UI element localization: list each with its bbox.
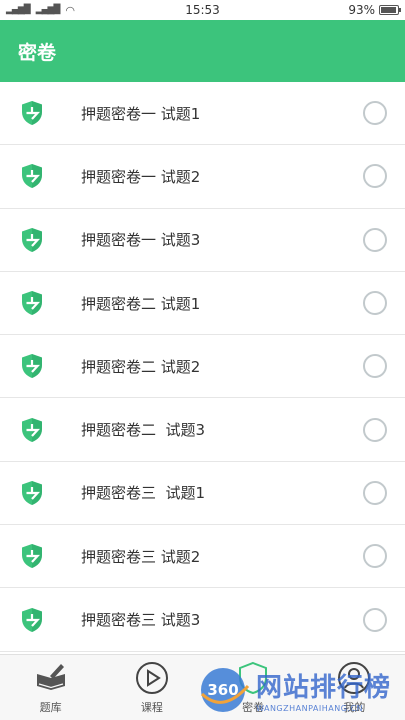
list-item-label: 押题密卷二 试题1 (81, 294, 201, 313)
wifi-icon: ◠ (65, 3, 75, 17)
status-bar: ▂▄▆█ ▂▄▆█ ◠ 15:53 93% (0, 0, 405, 20)
list-item[interactable]: 押题密卷一 试题3 (0, 209, 405, 272)
battery-icon (379, 5, 401, 15)
bottom-nav: 题库 课程 密卷 我的 (0, 654, 405, 720)
shield-icon (22, 291, 42, 316)
signal-2-icon: ▂▄▆█ (35, 5, 61, 15)
app-bar: 密卷 (0, 20, 405, 82)
shield-icon (22, 480, 42, 505)
radio-button[interactable] (363, 291, 387, 316)
list-item-label: 押题密卷二 试题2 (81, 357, 201, 376)
list-item[interactable]: 押题密卷一 试题1 (0, 82, 405, 146)
radio-button[interactable] (363, 164, 387, 189)
radio-button[interactable] (363, 354, 387, 379)
signal-icon: ▂▄▆█ (6, 5, 31, 15)
list-item[interactable]: 押题密卷三 试题2 (0, 525, 405, 589)
list-item-label: 押题密卷一 试题2 (81, 167, 201, 186)
nav-item-label: 我的 (343, 701, 366, 714)
list-item-label: 押题密卷三 试题1 (81, 484, 206, 503)
page-title: 密卷 (18, 41, 57, 64)
nav-item-label: 题库 (39, 701, 62, 714)
radio-button[interactable] (363, 417, 387, 442)
shield-icon (22, 607, 42, 632)
battery-fill (381, 7, 396, 13)
book-pen-icon (36, 664, 65, 690)
list-item-label: 押题密卷一 试题1 (81, 104, 201, 123)
nav-item-label: 密卷 (242, 701, 265, 714)
user-icon (338, 662, 371, 694)
list-item-label: 押题密卷三 试题3 (81, 611, 201, 630)
list-item[interactable]: 押题密卷一 试题2 (0, 145, 405, 209)
list-item[interactable]: 押题密卷二 试题2 (0, 335, 405, 399)
radio-button[interactable] (363, 101, 387, 126)
status-right: 93% (259, 3, 401, 17)
nav-item-label: 课程 (140, 701, 163, 714)
exam-list: 押题密卷一 试题1 押题密卷一 试题2 押题密卷一 试题3 押题密卷二 试题1 押题密卷… (0, 82, 405, 654)
shield-icon (22, 544, 42, 569)
list-item-label: 押题密卷二 试题3 (81, 421, 206, 440)
status-left: ▂▄▆█ ▂▄▆█ ◠ (6, 4, 146, 17)
shield-icon (22, 227, 42, 252)
nav-item-1[interactable]: 课程 (101, 655, 202, 720)
shield-icon (239, 661, 268, 695)
shield-icon (22, 354, 42, 379)
nav-item-2[interactable]: 密卷 (203, 655, 304, 720)
list-item[interactable]: 押题密卷三 试题1 (0, 462, 405, 526)
radio-button[interactable] (363, 480, 387, 505)
shield-icon (22, 417, 42, 442)
list-item-label: 押题密卷一 试题3 (81, 231, 201, 250)
list-item[interactable]: 押题密卷二 试题1 (0, 272, 405, 336)
list-item[interactable]: 押题密卷三 试题3 (0, 588, 405, 652)
nav-item-3[interactable]: 我的 (304, 655, 405, 720)
battery-text: 93% (348, 3, 375, 17)
radio-button[interactable] (363, 227, 387, 252)
shield-icon (22, 101, 42, 126)
play-circle-icon (135, 662, 168, 694)
nav-item-0[interactable]: 题库 (0, 655, 101, 720)
radio-button[interactable] (363, 607, 387, 632)
status-time: 15:53 (185, 3, 220, 17)
radio-button[interactable] (363, 544, 387, 569)
list-item-label: 押题密卷三 试题2 (81, 547, 201, 566)
shield-icon (22, 164, 42, 189)
list-item[interactable]: 押题密卷二 试题3 (0, 398, 405, 462)
